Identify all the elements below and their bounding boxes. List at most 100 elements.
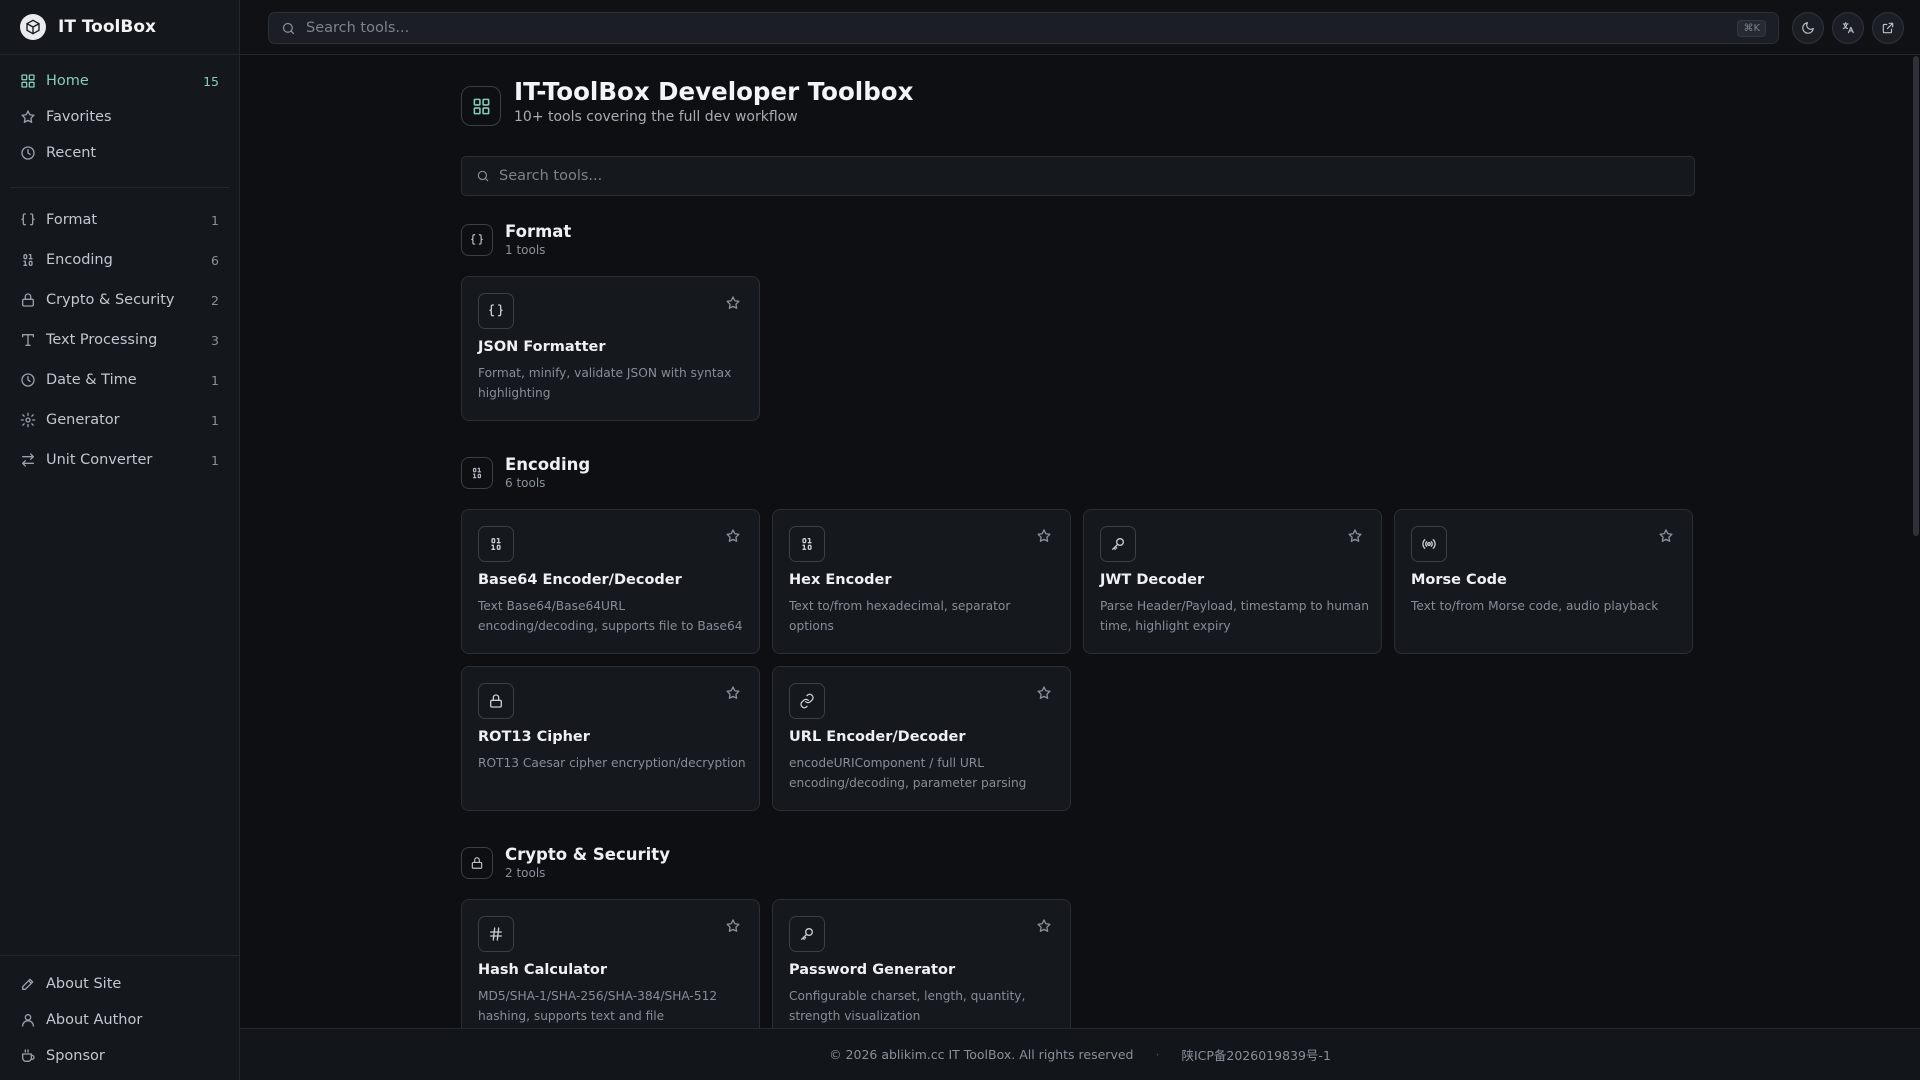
page-header: IT-ToolBox Developer Toolbox 10+ tools c… [461, 77, 913, 126]
tool-description: Text to/from Morse code, audio playback [1411, 599, 1659, 613]
section-title: Encoding [505, 455, 591, 474]
tool-card-json-formatter[interactable]: JSON Formatter Format, minify, validate … [461, 276, 760, 421]
braces-icon [20, 212, 36, 228]
footer: © 2026 ablikim.cc IT ToolBox. All rights… [240, 1028, 1920, 1080]
tool-description: ROT13 Caesar cipher encryption/decryptio… [478, 756, 746, 770]
tool-card-hex-encoder[interactable]: Hex Encoder Text to/from hexadecimal, se… [772, 509, 1071, 654]
section-header-encoding: Encoding 6 tools [461, 455, 590, 490]
external-link-icon [1881, 21, 1895, 35]
sidebar-item-label: Sponsor [46, 1048, 105, 1064]
sidebar-item-count: 2 [211, 292, 219, 308]
tool-name: JSON Formatter [478, 339, 606, 355]
sidebar-item-label: About Site [46, 976, 122, 992]
scrollbar-thumb[interactable] [1913, 56, 1919, 536]
favorite-star-icon[interactable] [725, 528, 741, 544]
sidebar-item-generator[interactable]: Generator 1 [0, 400, 239, 440]
sidebar-item-recent[interactable]: Recent [0, 135, 239, 171]
key-icon [789, 916, 825, 952]
tool-search-input[interactable] [499, 168, 1680, 184]
footer-copyright: © 2026 ablikim.cc IT ToolBox. All rights… [829, 1047, 1134, 1062]
external-link-button[interactable] [1872, 12, 1904, 44]
binary-icon [461, 456, 493, 489]
brand[interactable]: IT ToolBox [0, 0, 239, 55]
sidebar-item-label: Unit Converter [46, 452, 153, 468]
sidebar-item-label: Encoding [46, 252, 113, 268]
tool-card-morse-code[interactable]: Morse Code Text to/from Morse code, audi… [1394, 509, 1693, 654]
sidebar-item-label: Crypto & Security [46, 292, 175, 308]
link-icon [789, 683, 825, 719]
sidebar-divider [10, 187, 229, 188]
footer-separator: · [1155, 1047, 1160, 1062]
sidebar-item-favorites[interactable]: Favorites [0, 99, 239, 135]
tool-name: ROT13 Cipher [478, 729, 590, 745]
user-icon [20, 1012, 36, 1028]
footer-icp-link[interactable]: 陕ICP备2026019839号-1 [1181, 1045, 1330, 1064]
tool-card-rot13[interactable]: ROT13 Cipher ROT13 Caesar cipher encrypt… [461, 666, 760, 811]
global-search[interactable]: ⌘K [268, 12, 1779, 44]
sidebar-item-about-site[interactable]: About Site [0, 966, 239, 1002]
search-icon [476, 169, 490, 183]
sidebar-item-label: About Author [46, 1012, 143, 1028]
grid-icon [20, 73, 36, 89]
hash-icon [478, 916, 514, 952]
tool-search[interactable] [461, 156, 1695, 196]
favorite-star-icon[interactable] [725, 685, 741, 701]
sidebar-item-text-processing[interactable]: Text Processing 3 [0, 320, 239, 360]
section-header-crypto-security: Crypto & Security 2 tools [461, 845, 670, 880]
sidebar-item-format[interactable]: Format 1 [0, 200, 239, 240]
radio-icon [1411, 526, 1447, 562]
sidebar-item-date-time[interactable]: Date & Time 1 [0, 360, 239, 400]
tool-card-jwt-decoder[interactable]: JWT Decoder Parse Header/Payload, timest… [1083, 509, 1382, 654]
lock-icon [20, 292, 36, 308]
sidebar-item-home[interactable]: Home 15 [0, 63, 239, 99]
type-icon [20, 332, 36, 348]
sidebar-item-encoding[interactable]: Encoding 6 [0, 240, 239, 280]
main-scrollbar[interactable] [1912, 56, 1920, 536]
favorite-star-icon[interactable] [725, 918, 741, 934]
tool-card-base64[interactable]: Base64 Encoder/Decoder Text Base64/Base6… [461, 509, 760, 654]
gear-icon [20, 412, 36, 428]
sidebar-item-count: 1 [211, 212, 219, 228]
section-count: 2 tools [505, 866, 546, 880]
tool-card-password-generator[interactable]: Password Generator Configurable charset,… [772, 899, 1071, 1028]
sidebar-item-count: 15 [203, 73, 219, 89]
lock-icon [478, 683, 514, 719]
global-search-input[interactable] [306, 20, 1728, 36]
sidebar-item-about-author[interactable]: About Author [0, 1002, 239, 1038]
language-button[interactable] [1832, 12, 1864, 44]
tool-description: Text to/from hexadecimal, separator opti… [789, 599, 1011, 633]
tool-name: Base64 Encoder/Decoder [478, 572, 682, 588]
tool-description: Configurable charset, length, quantity, … [789, 989, 1026, 1023]
moon-icon [1801, 21, 1815, 35]
page-subtitle: 10+ tools covering the full dev workflow [514, 109, 798, 125]
favorite-star-icon[interactable] [1036, 528, 1052, 544]
grid-icon [461, 86, 501, 126]
key-icon [1100, 526, 1136, 562]
section-count: 1 tools [505, 243, 546, 257]
sidebar-item-label: Favorites [46, 109, 112, 125]
coffee-icon [20, 1048, 36, 1064]
sidebar-item-label: Generator [46, 412, 120, 428]
cube-logo-icon [20, 14, 46, 40]
favorite-star-icon[interactable] [1658, 528, 1674, 544]
pen-icon [20, 976, 36, 992]
sidebar-nav-categories: Format 1 Encoding 6 Crypto & Security 2 … [0, 196, 239, 488]
theme-toggle-button[interactable] [1792, 12, 1824, 44]
favorite-star-icon[interactable] [1036, 918, 1052, 934]
tool-card-hash-calculator[interactable]: Hash Calculator MD5/SHA-1/SHA-256/SHA-38… [461, 899, 760, 1028]
shortcut-badge: ⌘K [1737, 19, 1766, 37]
tool-description: Text Base64/Base64URL encoding/decoding,… [478, 599, 743, 633]
sidebar-item-label: Recent [46, 145, 97, 161]
tool-card-url-encoder[interactable]: URL Encoder/Decoder encodeURIComponent /… [772, 666, 1071, 811]
favorite-star-icon[interactable] [1036, 685, 1052, 701]
sidebar-item-label: Date & Time [46, 372, 137, 388]
braces-icon [478, 293, 514, 329]
favorite-star-icon[interactable] [725, 295, 741, 311]
sidebar-item-crypto-security[interactable]: Crypto & Security 2 [0, 280, 239, 320]
favorite-star-icon[interactable] [1347, 528, 1363, 544]
sidebar-item-count: 1 [211, 452, 219, 468]
sidebar-item-sponsor[interactable]: Sponsor [0, 1038, 239, 1074]
section-title: Format [505, 222, 572, 241]
sidebar-item-unit-converter[interactable]: Unit Converter 1 [0, 440, 239, 480]
tool-description: encodeURIComponent / full URL encoding/d… [789, 756, 1027, 790]
